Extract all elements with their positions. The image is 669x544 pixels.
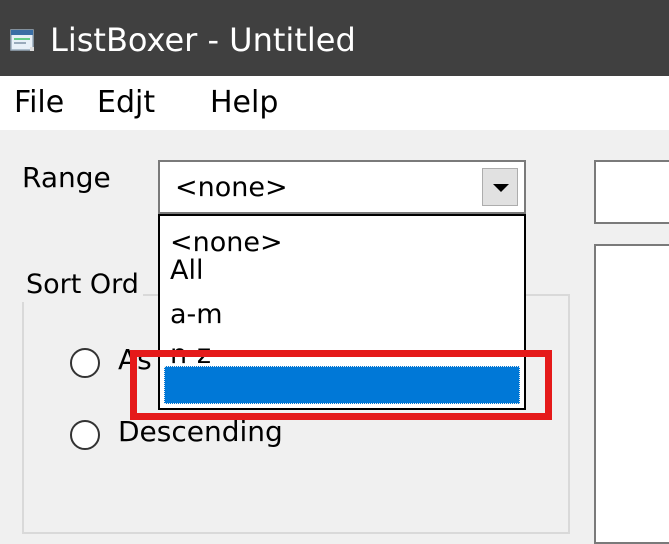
range-dropdown-button[interactable] <box>482 168 518 206</box>
ascending-radio-label[interactable]: As <box>118 342 152 378</box>
chevron-down-icon <box>493 184 509 192</box>
ascending-radio[interactable] <box>70 348 100 378</box>
range-label: Range <box>22 161 111 194</box>
range-combobox[interactable]: <none> <box>158 160 526 214</box>
range-dropdown-list: <none> All a-m n-z <box>158 214 526 410</box>
listboxer-app-icon <box>10 29 34 51</box>
menu-file[interactable]: File <box>14 83 64 123</box>
menu-help[interactable]: Help <box>210 83 278 123</box>
range-option-highlighted-blank[interactable] <box>164 366 520 404</box>
title-bar: ListBoxer - Untitled <box>0 0 669 76</box>
descending-radio-label[interactable]: Descending <box>118 414 283 450</box>
right-list-box[interactable] <box>594 244 669 544</box>
menu-edit[interactable]: Edjt <box>97 83 155 123</box>
range-selected-value: <none> <box>175 172 288 203</box>
range-option-a-m[interactable]: a-m <box>170 298 223 332</box>
window-title: ListBoxer - Untitled <box>50 21 356 59</box>
descending-radio[interactable] <box>70 420 100 450</box>
right-edit-field[interactable] <box>594 160 669 224</box>
range-option-all[interactable]: All <box>170 254 203 288</box>
sort-order-group-label: Sort Ord <box>22 268 143 302</box>
menu-bar: File Edjt Help <box>0 76 669 130</box>
